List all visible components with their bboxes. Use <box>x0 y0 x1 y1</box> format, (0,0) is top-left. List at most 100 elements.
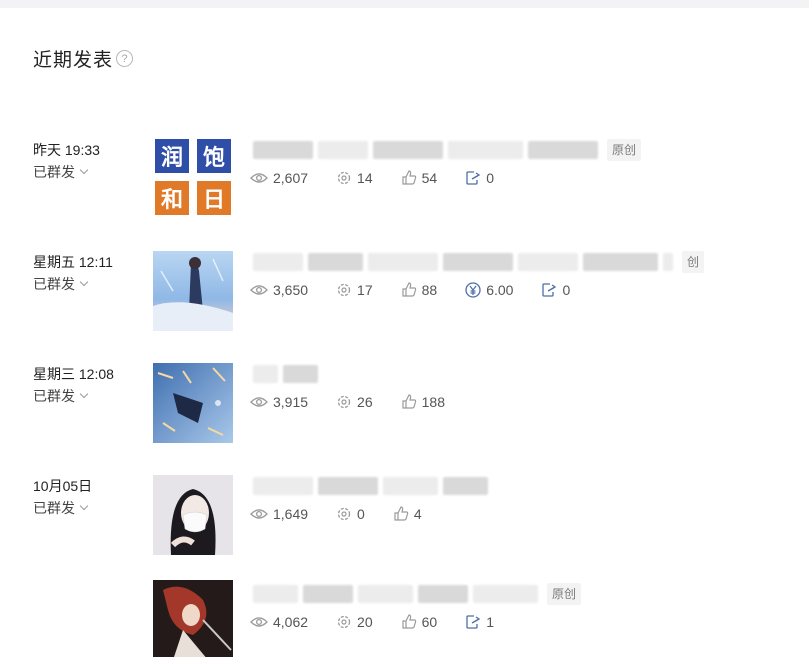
thumbs-up-icon <box>402 614 416 629</box>
chevron-down-icon <box>79 501 89 511</box>
forwards-stat: 1 <box>465 614 494 630</box>
thumbs-up-icon <box>402 282 416 297</box>
status-dropdown[interactable]: 已群发 <box>33 162 89 182</box>
blurred-title-segment <box>383 477 438 495</box>
chevron-down-icon <box>79 165 89 175</box>
publish-date: 昨天 19:33 <box>33 142 100 158</box>
gear-icon <box>337 507 351 521</box>
status-label: 已群发 <box>33 388 75 404</box>
article-thumbnail[interactable] <box>153 475 233 555</box>
blurred-title-segment <box>473 585 538 603</box>
blurred-title-segment <box>418 585 468 603</box>
likes-stat: 188 <box>401 394 445 410</box>
thumbs-up-icon <box>402 394 416 409</box>
stats-bar: 4,062 20 60 1 <box>250 614 522 630</box>
status-label: 已群发 <box>33 276 75 292</box>
original-badge: 原创 <box>607 139 642 161</box>
thumb-char: 和 <box>161 188 183 213</box>
help-icon[interactable]: ? <box>116 50 134 67</box>
blurred-title-segment <box>253 365 278 383</box>
shares-stat: 20 <box>336 614 373 630</box>
stats-bar: 3,650 17 88 6.00 0 <box>250 282 598 298</box>
section-title: 近期发表 <box>33 50 114 71</box>
blurred-title-segment <box>528 141 598 159</box>
article-row[interactable]: 昨天 19:33 已群发 润 饱 和 日 原创 2,607 14 54 0 <box>0 139 809 240</box>
top-bar <box>0 0 809 8</box>
blurred-title-segment <box>253 477 313 495</box>
article-thumbnail[interactable] <box>153 363 233 443</box>
yen-icon <box>465 282 481 298</box>
article-row[interactable]: 星期三 12:08 已群发 3,915 26 188 <box>0 363 809 464</box>
likes-stat: 88 <box>401 282 437 298</box>
likes-stat: 60 <box>401 614 437 630</box>
article-title[interactable]: 原创 <box>253 583 582 605</box>
blurred-title-segment <box>448 141 523 159</box>
views-stat: 1,649 <box>250 506 308 522</box>
chevron-down-icon <box>79 277 89 287</box>
forward-icon <box>542 283 557 297</box>
blurred-title-segment <box>518 253 578 271</box>
forward-icon <box>466 171 481 185</box>
eye-icon <box>250 173 268 183</box>
article-thumbnail[interactable] <box>153 580 233 657</box>
blurred-title-segment <box>443 477 488 495</box>
views-stat: 3,650 <box>250 282 308 298</box>
blurred-title-segment <box>283 365 318 383</box>
blurred-title-segment <box>358 585 413 603</box>
eye-icon <box>250 509 268 519</box>
original-badge: 原创 <box>547 583 582 605</box>
status-dropdown[interactable]: 已群发 <box>33 386 89 406</box>
gear-icon <box>337 283 351 297</box>
blurred-title-segment <box>368 253 438 271</box>
blurred-title-segment <box>318 141 368 159</box>
article-title[interactable]: 原创 <box>253 139 642 161</box>
status-dropdown[interactable]: 已群发 <box>33 498 89 518</box>
thumb-char: 饱 <box>203 145 225 171</box>
thumbs-up-icon <box>402 170 416 185</box>
shares-stat: 17 <box>336 282 373 298</box>
eye-icon <box>250 285 268 295</box>
views-stat: 2,607 <box>250 170 308 186</box>
gear-icon <box>337 171 351 185</box>
blurred-title-segment <box>663 253 673 271</box>
original-badge: 创 <box>682 251 705 273</box>
eye-icon <box>250 397 268 407</box>
likes-stat: 54 <box>401 170 437 186</box>
stats-bar: 1,649 0 4 <box>250 506 450 522</box>
publish-date: 星期五 12:11 <box>33 254 113 270</box>
shares-stat: 26 <box>336 394 373 410</box>
article-row[interactable]: 10月05日 已群发 1,649 0 4 <box>0 475 809 576</box>
gear-icon <box>337 395 351 409</box>
article-thumbnail[interactable]: 润 饱 和 日 <box>153 139 233 219</box>
article-row[interactable]: 原创 4,062 20 60 1 <box>0 580 809 657</box>
article-title[interactable]: 创 <box>253 251 705 273</box>
forwards-stat: 0 <box>541 282 570 298</box>
thumb-char: 润 <box>161 145 183 171</box>
status-dropdown[interactable]: 已群发 <box>33 274 89 294</box>
thumbs-up-icon <box>394 506 409 521</box>
blurred-title-segment <box>253 585 298 603</box>
article-thumbnail[interactable] <box>153 251 233 331</box>
chevron-down-icon <box>79 389 89 399</box>
article-row[interactable]: 星期五 12:11 已群发 创 3,650 17 88 6.00 0 <box>0 251 809 352</box>
blurred-title-segment <box>253 141 313 159</box>
stats-bar: 3,915 26 188 <box>250 394 473 410</box>
likes-stat: 4 <box>393 506 422 522</box>
views-stat: 3,915 <box>250 394 308 410</box>
stats-bar: 2,607 14 54 0 <box>250 170 522 186</box>
views-stat: 4,062 <box>250 614 308 630</box>
status-label: 已群发 <box>33 500 75 516</box>
article-title[interactable] <box>253 476 493 496</box>
blurred-title-segment <box>443 253 513 271</box>
article-title[interactable] <box>253 364 323 384</box>
shares-stat: 14 <box>336 170 373 186</box>
blurred-title-segment <box>583 253 658 271</box>
thumb-char: 日 <box>203 188 225 213</box>
shares-stat: 0 <box>336 506 365 522</box>
eye-icon <box>250 617 268 627</box>
publish-date: 10月05日 <box>33 478 93 494</box>
blurred-title-segment <box>373 141 443 159</box>
status-label: 已群发 <box>33 164 75 180</box>
reward-stat: 6.00 <box>465 282 513 298</box>
gear-icon <box>337 615 351 629</box>
